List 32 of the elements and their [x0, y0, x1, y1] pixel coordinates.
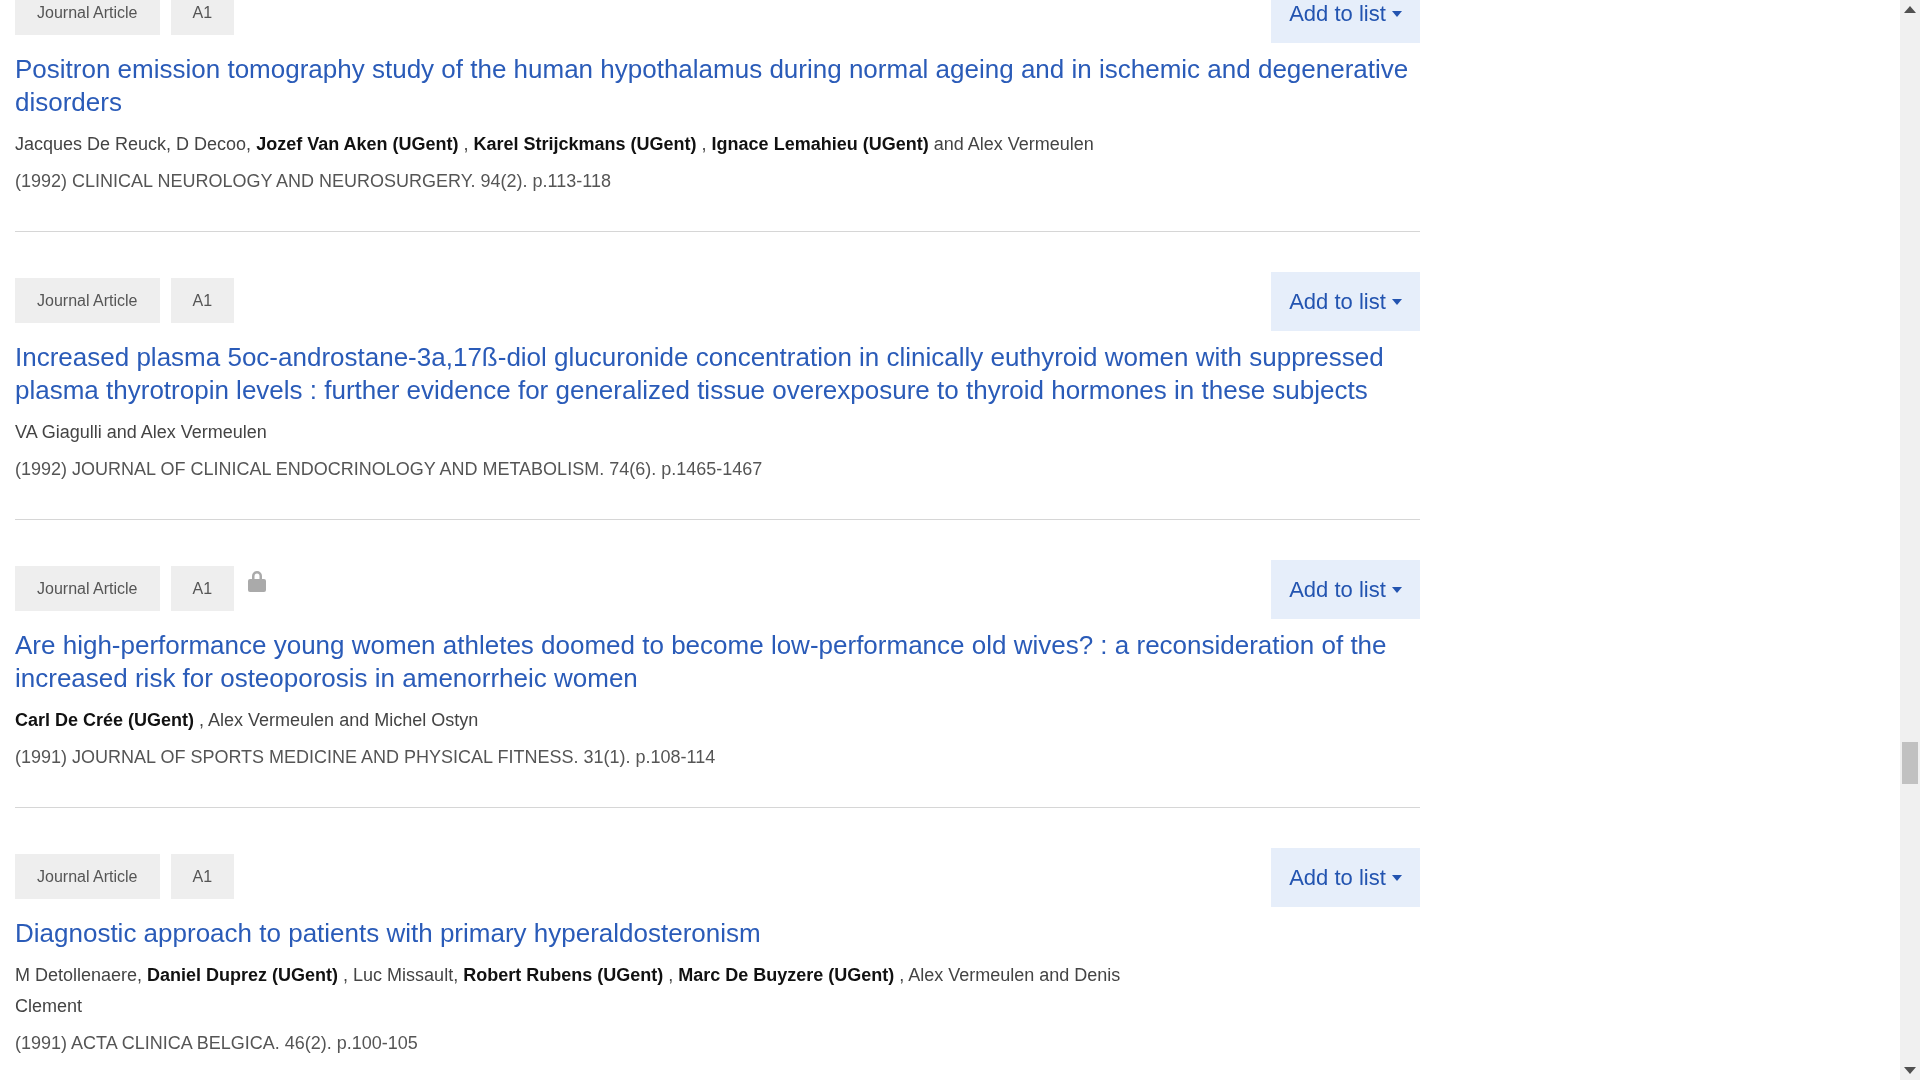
add-to-list-button[interactable]: Add to list	[1271, 0, 1420, 43]
type-badge: Journal Article	[15, 0, 160, 35]
scrollbar[interactable]	[1900, 0, 1920, 1080]
add-to-list-button[interactable]: Add to list	[1271, 560, 1420, 619]
type-badge: A1	[170, 0, 235, 35]
citation-text: (1991) ACTA CLINICA BELGICA. 46(2). p.100-105	[15, 1032, 419, 1055]
type-badge: Journal Article	[15, 566, 160, 611]
author-list: Jacques De Reuck, D Decoo, Jozef Van Aken (UGent) , Karel Strijckmans (UGent) , Ignace Lemahieu (UGent) and Alex Vermeulen	[15, 129, 1125, 160]
type-badge: A1	[170, 566, 235, 611]
caret-icon	[1391, 10, 1402, 17]
result-title-link[interactable]: Are high-performance young women athletes doomed to become low-performance old wives? : a reconsideration of the increased risk for osteoporosis in amenorrheic women	[15, 629, 1420, 695]
author-list: VA Giagulli and Alex Vermeulen	[15, 417, 1125, 448]
caret-icon	[1391, 586, 1402, 593]
result-title-link[interactable]: Positron emission tomography study of the human hypothalamus during normal ageing and in ischemic and degenerative disorders	[15, 53, 1420, 119]
result-title-link[interactable]: Diagnostic approach to patients with primary hyperaldosteronism	[15, 917, 1420, 950]
caret-icon	[1391, 874, 1402, 881]
result-title-link[interactable]: Increased plasma 5oc-androstane-3a,17ß-diol glucuronide concentration in clinically euthyroid women with suppressed plasma thyrotropin levels : further evidence for generalized tissue overexposure to thyroid hormones in these subjects	[15, 341, 1420, 407]
type-badge: A1	[170, 278, 235, 323]
type-badge: Journal Article	[15, 854, 160, 899]
type-badge: Journal Article	[15, 278, 160, 323]
add-to-list-button[interactable]: Add to list	[1271, 272, 1420, 331]
author-list: Carl De Crée (UGent) , Alex Vermeulen and Michel Ostyn	[15, 705, 1125, 736]
citation-text: (1991) JOURNAL OF SPORTS MEDICINE AND PHYSICAL FITNESS. 31(1). p.108-114	[15, 746, 717, 769]
caret-icon	[1391, 298, 1402, 305]
scroll-down-icon[interactable]	[1904, 1067, 1916, 1074]
citation-text: (1992) CLINICAL NEUROLOGY AND NEUROSURGERY. 94(2). p.113-118	[15, 170, 612, 193]
scrollbar-thumb[interactable]	[1902, 742, 1918, 784]
author-list: M Detollenaere, Daniel Duprez (UGent) , Luc Missault, Robert Rubens (UGent) , Marc De Buyzere (UGent) , Alex Vermeulen and Denis Clement	[15, 960, 1125, 1022]
scroll-up-icon[interactable]	[1904, 6, 1916, 13]
type-badge: A1	[170, 854, 235, 899]
citation-text: (1992) JOURNAL OF CLINICAL ENDOCRINOLOGY AND METABOLISM. 74(6). p.1465-1467	[15, 458, 764, 481]
add-to-list-button[interactable]: Add to list	[1271, 848, 1420, 907]
